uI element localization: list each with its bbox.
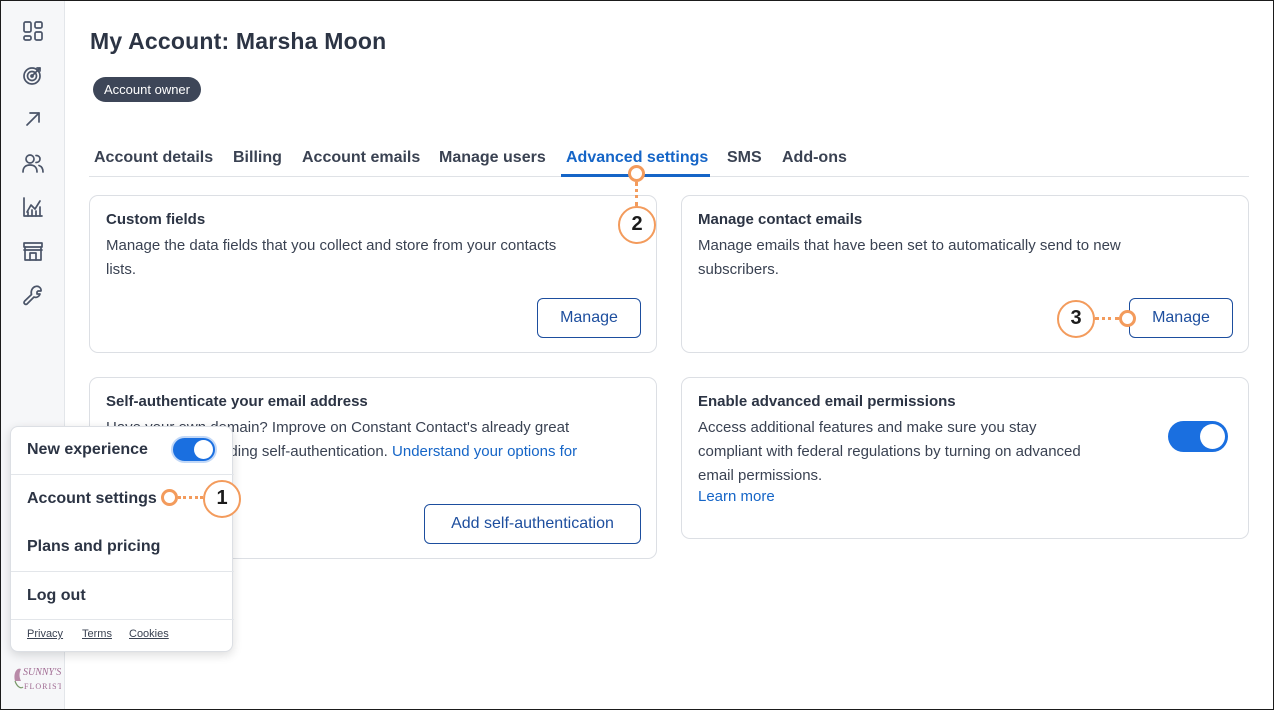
tab-billing[interactable]: Billing: [233, 149, 282, 167]
card-title: Self-authenticate your email address: [106, 393, 368, 410]
new-experience-toggle[interactable]: [171, 436, 217, 463]
cookies-link[interactable]: Cookies: [129, 628, 169, 640]
callout-2-connector: [635, 182, 638, 206]
new-experience-label: New experience: [27, 441, 148, 458]
contact-emails-manage-button[interactable]: Manage: [1129, 298, 1233, 338]
menu-divider: [11, 571, 234, 572]
dashboard-icon[interactable]: [21, 19, 45, 43]
callout-2-badge: 2: [618, 206, 656, 244]
card-description: Manage the data fields that you collect …: [106, 234, 556, 282]
add-self-authentication-button[interactable]: Add self-authentication: [424, 504, 641, 544]
advanced-permissions-card: Enable advanced email permissions Access…: [681, 377, 1249, 539]
card-description: Manage emails that have been set to auto…: [698, 234, 1121, 282]
log-out-menu-item[interactable]: Log out: [27, 587, 86, 605]
page-title: My Account: Marsha Moon: [90, 28, 387, 54]
card-description-line: Access additional features and make sure…: [698, 419, 1037, 436]
card-title: Manage contact emails: [698, 211, 863, 228]
account-owner-badge: Account owner: [93, 77, 201, 102]
toggle-knob: [1200, 424, 1225, 449]
menu-divider: [11, 619, 234, 620]
account-menu: New experience Account settings Plans an…: [10, 426, 234, 652]
card-title: Enable advanced email permissions: [698, 393, 956, 410]
callout-1-badge: 1: [203, 480, 241, 518]
menu-divider: [11, 474, 234, 475]
callout-3-connector: [1095, 317, 1119, 320]
contacts-icon[interactable]: [21, 151, 45, 175]
target-icon[interactable]: [21, 63, 45, 87]
plans-pricing-menu-item[interactable]: Plans and pricing: [27, 538, 160, 556]
custom-fields-manage-button[interactable]: Manage: [537, 298, 641, 338]
card-description-line: Manage the data fields that you collect …: [106, 237, 557, 254]
arrow-up-right-icon[interactable]: [21, 107, 45, 131]
card-title: Custom fields: [106, 211, 206, 228]
sunnys-florist-logo: SUNNY'S FLORIST: [9, 659, 62, 703]
card-description: Access additional features and make sure…: [698, 416, 1081, 488]
tab-manage-users[interactable]: Manage users: [439, 149, 546, 167]
toggle-knob: [194, 440, 213, 459]
tab-account-emails[interactable]: Account emails: [302, 149, 420, 167]
tab-add-ons[interactable]: Add-ons: [782, 149, 847, 167]
card-description-line: compliant with federal regulations by tu…: [698, 443, 1081, 460]
account-tabs: Account details Billing Account emails M…: [89, 140, 1249, 177]
card-description-line: email permissions.: [698, 467, 823, 484]
advanced-permissions-toggle[interactable]: [1168, 421, 1228, 452]
tab-account-details[interactable]: Account details: [94, 149, 213, 167]
callout-1-connector: [178, 496, 203, 499]
manage-contact-emails-card: Manage contact emails Manage emails that…: [681, 195, 1249, 353]
understand-options-link[interactable]: Understand your options for: [392, 443, 577, 460]
card-description-line: subscribers.: [698, 261, 779, 278]
wrench-icon[interactable]: [21, 283, 45, 307]
callout-1-anchor: [161, 489, 178, 506]
logo-line2: FLORIST: [24, 682, 61, 691]
custom-fields-card: Custom fields Manage the data fields tha…: [89, 195, 657, 353]
account-settings-menu-item[interactable]: Account settings: [27, 490, 157, 508]
reporting-icon[interactable]: [21, 195, 45, 219]
card-description-line: Manage emails that have been set to auto…: [698, 237, 1121, 254]
privacy-link[interactable]: Privacy: [27, 628, 63, 640]
terms-link[interactable]: Terms: [82, 628, 112, 640]
learn-more-link[interactable]: Learn more: [698, 488, 775, 505]
callout-2-anchor: [628, 165, 645, 182]
logo-line1: SUNNY'S: [23, 667, 61, 678]
callout-3-badge: 3: [1057, 300, 1095, 338]
storefront-icon[interactable]: [21, 239, 45, 263]
tab-sms[interactable]: SMS: [727, 149, 762, 167]
card-description-line: lists.: [106, 261, 136, 278]
callout-3-anchor: [1119, 310, 1136, 327]
